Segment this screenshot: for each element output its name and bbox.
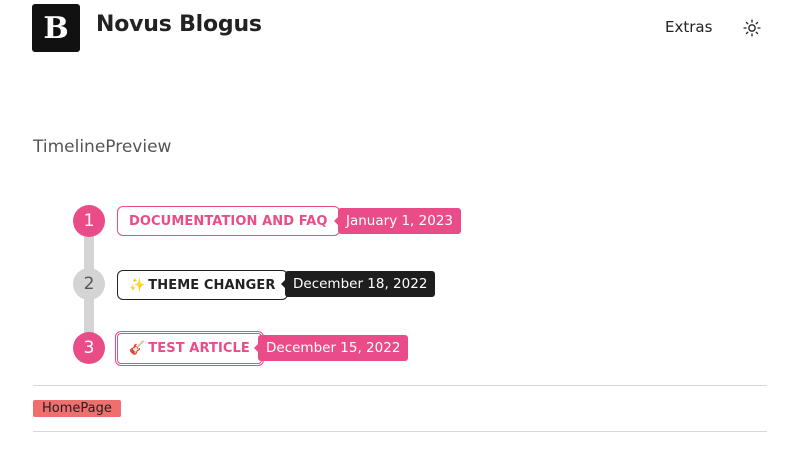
theme-toggle-button[interactable] xyxy=(741,17,763,39)
timeline-item-theme-changer[interactable]: ✨ THEME CHANGER xyxy=(117,270,288,300)
timeline-step-1: 1 xyxy=(73,205,105,237)
item-title: DOCUMENTATION AND FAQ xyxy=(129,213,328,229)
timeline-step-3: 3 xyxy=(73,332,105,364)
timeline-date-2: December 18, 2022 xyxy=(280,271,436,297)
site-logo[interactable]: B xyxy=(32,4,80,52)
section-title: TimelinePreview xyxy=(33,137,172,157)
step-number: 1 xyxy=(83,211,95,231)
sparkles-icon: ✨ xyxy=(129,277,146,293)
logo-letter: B xyxy=(43,10,69,46)
timeline-item-test-article[interactable]: 🎸 TEST ARTICLE xyxy=(115,331,264,366)
item-title: TEST ARTICLE xyxy=(148,341,250,356)
divider-top xyxy=(33,385,767,386)
nav-extras-link[interactable]: Extras xyxy=(665,18,712,36)
item-title: THEME CHANGER xyxy=(148,277,276,293)
step-number: 3 xyxy=(83,338,95,358)
timeline-step-2: 2 xyxy=(73,268,105,300)
homepage-tag[interactable]: HomePage xyxy=(33,400,121,417)
step-number: 2 xyxy=(83,274,95,294)
timeline-date-1: January 1, 2023 xyxy=(334,208,461,234)
guitar-icon: 🎸 xyxy=(129,341,146,356)
divider-bottom xyxy=(33,431,767,432)
timeline-date-3: December 15, 2022 xyxy=(253,335,409,361)
sun-icon xyxy=(743,19,761,37)
site-title[interactable]: Novus Blogus xyxy=(96,12,262,37)
timeline-item-documentation-faq[interactable]: DOCUMENTATION AND FAQ xyxy=(117,206,340,236)
